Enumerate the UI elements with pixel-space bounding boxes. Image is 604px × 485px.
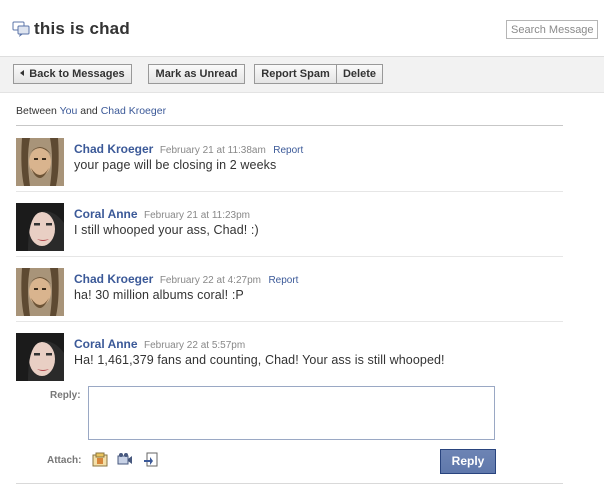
message-date: February 22 at 5:57pm [144,340,246,351]
sender-name-link[interactable]: Chad Kroeger [74,272,153,286]
attach-label: Attach: [47,455,82,466]
avatar[interactable] [16,203,64,251]
search-input[interactable] [506,20,598,39]
avatar[interactable] [16,138,64,186]
message-header: Coral Anne February 22 at 5:57pm [74,335,245,353]
page-header: this is chad [0,0,604,56]
message-date: February 21 at 11:23pm [144,210,251,221]
sender-name-link[interactable]: Chad Kroeger [74,142,153,156]
message-item: Chad Kroeger February 21 at 11:38am Repo… [16,128,563,192]
message-date: February 22 at 4:27pm [159,275,261,286]
message-body: I still whooped your ass, Chad! :) [74,223,259,237]
participant-you-link[interactable]: You [60,105,78,117]
avatar[interactable] [16,268,64,316]
message-date: February 21 at 11:38am [159,145,266,156]
back-to-messages-label: Back to Messages [29,68,125,80]
back-arrow-icon [20,70,25,76]
report-link[interactable]: Report [273,145,303,156]
message-item: Coral Anne February 21 at 11:23pm I stil… [16,193,563,257]
report-spam-button[interactable]: Report Spam [254,64,337,84]
message-divider [16,256,563,257]
divider [16,483,563,484]
page-title: this is chad [34,19,130,38]
delete-button[interactable]: Delete [336,64,383,84]
back-to-messages-button[interactable]: Back to Messages [13,64,132,84]
divider [16,125,563,126]
messages-icon [12,21,30,37]
conversation-participants: Between You and Chad Kroeger [16,105,166,117]
between-prefix: Between [16,105,57,117]
avatar[interactable] [16,333,64,381]
message-divider [16,191,563,192]
reply-button[interactable]: Reply [440,449,496,474]
report-link[interactable]: Report [268,275,298,286]
sender-name-link[interactable]: Coral Anne [74,337,138,351]
link-icon[interactable] [143,452,159,468]
mark-as-unread-button[interactable]: Mark as Unread [148,64,245,84]
sender-name-link[interactable]: Coral Anne [74,207,138,221]
message-header: Chad Kroeger February 21 at 11:38am Repo… [74,140,303,158]
message-item: Coral Anne February 22 at 5:57pm Ha! 1,4… [16,323,563,387]
message-item: Chad Kroeger February 22 at 4:27pm Repor… [16,258,563,322]
reply-textarea[interactable] [88,386,495,440]
message-divider [16,321,563,322]
message-header: Coral Anne February 21 at 11:23pm [74,205,250,223]
message-body: ha! 30 million albums coral! :P [74,288,244,302]
message-body: your page will be closing in 2 weeks [74,158,277,172]
video-icon[interactable] [117,452,133,468]
between-and: and [80,105,98,117]
message-header: Chad Kroeger February 22 at 4:27pm Repor… [74,270,298,288]
message-toolbar: Back to Messages Mark as Unread Report S… [0,56,604,93]
reply-label: Reply: [50,390,81,401]
photo-icon[interactable] [92,452,108,468]
message-body: Ha! 1,461,379 fans and counting, Chad! Y… [74,353,445,367]
participant-other-link[interactable]: Chad Kroeger [101,105,166,117]
